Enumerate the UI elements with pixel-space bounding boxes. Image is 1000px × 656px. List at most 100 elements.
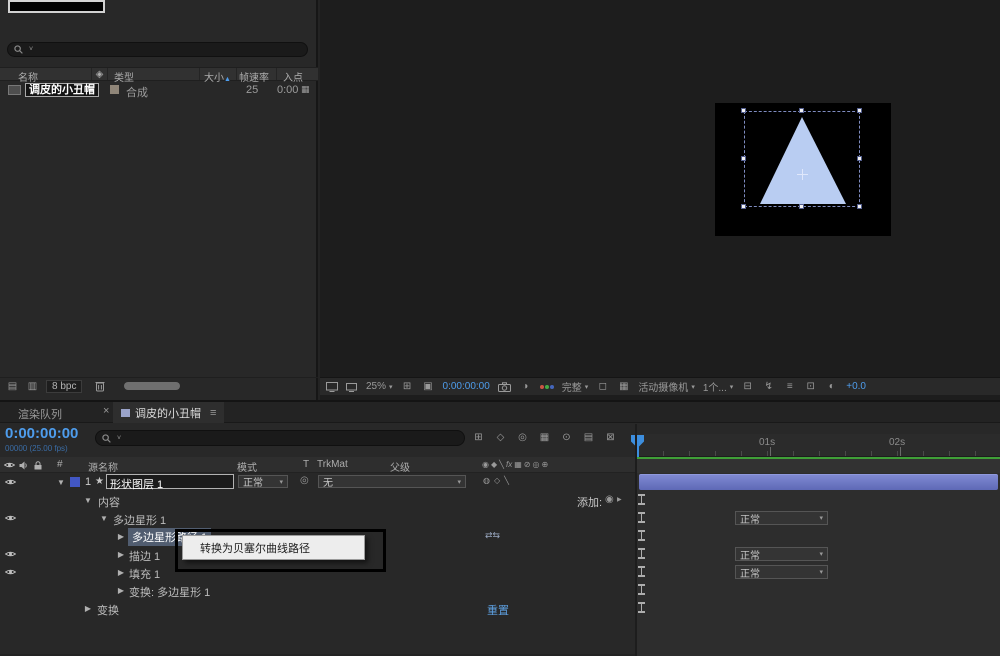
layer-switches[interactable]: ◍ ◇ ╲: [483, 476, 509, 485]
pixel-aspect-icon[interactable]: ⊟: [741, 380, 754, 393]
shy-switch-icon[interactable]: ◍: [483, 476, 490, 485]
timeline-button-icon[interactable]: ≡: [783, 380, 796, 393]
show-snapshot-icon[interactable]: ◑: [519, 380, 532, 393]
transform-row[interactable]: ▶ 变换 重置: [0, 599, 636, 617]
polystar-mode-select[interactable]: 正常 ▾: [735, 511, 828, 526]
graph-editor-icon[interactable]: ▤: [582, 431, 595, 444]
selection-handle[interactable]: [799, 204, 804, 209]
eye-icon[interactable]: [5, 568, 16, 576]
magnification-select[interactable]: 25% ▾: [366, 381, 393, 392]
layer-duration-bar[interactable]: [639, 474, 998, 490]
flowchart-button-icon[interactable]: ⊡: [804, 380, 817, 393]
selection-bounds[interactable]: [744, 111, 860, 207]
frame-blend-icon[interactable]: ▦: [538, 431, 551, 444]
transform-expander-icon[interactable]: ▶: [82, 604, 94, 613]
transform-label[interactable]: 变换: [97, 602, 119, 618]
fast-preview-icon[interactable]: ↯: [762, 380, 775, 393]
path-expander-icon[interactable]: ▶: [115, 532, 127, 541]
stroke-mode-select[interactable]: 正常 ▾: [735, 547, 828, 562]
time-ruler[interactable]: 01s 02s: [637, 434, 1000, 457]
current-time-display[interactable]: 0:00:00:00: [5, 425, 78, 442]
polystar-group-label[interactable]: 多边星形 1: [113, 512, 166, 528]
column-framerate[interactable]: 帧速率: [237, 68, 277, 84]
hide-shy-icon[interactable]: ◎: [516, 431, 529, 444]
parent-pickwhip-icon[interactable]: ◎: [300, 475, 309, 486]
contents-row[interactable]: ▼ 内容 添加: ◉ ▶: [0, 491, 636, 509]
auto-keyframe-icon[interactable]: ⊠: [604, 431, 617, 444]
collapse-switch-icon[interactable]: ◇: [494, 476, 500, 485]
show-channels-icon[interactable]: [539, 384, 554, 389]
project-search[interactable]: ˅: [7, 42, 308, 57]
snapshot-icon[interactable]: [497, 381, 511, 392]
column-layer-number[interactable]: #: [57, 459, 63, 470]
column-mode[interactable]: 模式: [237, 459, 257, 474]
label-column-icon[interactable]: ◈: [92, 68, 108, 80]
camera-select[interactable]: 活动摄像机 ▾: [638, 379, 695, 394]
add-label[interactable]: 添加:: [577, 494, 602, 510]
motion-blur-icon[interactable]: ⊙: [560, 431, 573, 444]
transparency-grid-icon[interactable]: ▦: [617, 380, 630, 393]
eye-icon[interactable]: [5, 478, 16, 486]
column-trkmat[interactable]: TrkMat: [317, 459, 348, 470]
quality-switch-icon[interactable]: ╲: [504, 476, 509, 485]
column-t[interactable]: T: [303, 459, 309, 470]
view-layout-select[interactable]: 1个... ▾: [703, 379, 733, 394]
eye-icon[interactable]: [5, 550, 16, 558]
selection-handle[interactable]: [857, 156, 862, 161]
column-inpoint[interactable]: 入点: [277, 68, 318, 84]
hscroll-thumb[interactable]: [124, 382, 181, 390]
grid-guides-icon[interactable]: ⊞: [401, 380, 414, 393]
selection-handle[interactable]: [857, 204, 862, 209]
item-label-swatch[interactable]: [110, 85, 119, 94]
item-name[interactable]: 调皮的小丑帽: [25, 83, 99, 97]
draft-3d-icon[interactable]: ◇: [494, 431, 507, 444]
selection-handle[interactable]: [741, 108, 746, 113]
comp-view[interactable]: [715, 103, 891, 236]
layer-row[interactable]: ▼ 1 ★ 形状图层 1 正常 ▾ ◎ 无 ▾ ◍ ◇ ╲: [0, 473, 636, 491]
search-caret-icon[interactable]: ˅: [29, 46, 33, 53]
group-transform-label[interactable]: 变换: 多边星形 1: [129, 584, 210, 600]
selection-handle[interactable]: [741, 156, 746, 161]
region-of-interest-icon[interactable]: ◻: [596, 380, 609, 393]
column-type[interactable]: 类型: [108, 68, 200, 84]
resolution-select[interactable]: 完整 ▾: [562, 379, 589, 394]
timeline-search[interactable]: ˅: [95, 430, 465, 446]
group-transform-row[interactable]: ▶ 变换: 多边星形 1: [0, 581, 636, 599]
tab-comp[interactable]: 调皮的小丑帽 ≡: [113, 402, 225, 423]
eye-icon[interactable]: [5, 514, 16, 522]
matte-toggle-icons[interactable]: ⇄⇆: [485, 530, 500, 541]
polystar-group-row[interactable]: ▼ 多边星形 1: [0, 509, 636, 527]
layer-expander-icon[interactable]: ▼: [55, 478, 67, 487]
project-search-input[interactable]: [36, 43, 301, 56]
trash-icon[interactable]: [95, 380, 105, 392]
tab-render-queue[interactable]: 渲染队列: [18, 406, 62, 422]
anchor-point-icon[interactable]: [797, 169, 808, 180]
fill-expander-icon[interactable]: ▶: [115, 568, 127, 577]
layer-parent-select[interactable]: 无 ▾: [318, 475, 466, 489]
column-parent[interactable]: 父级: [390, 459, 410, 474]
always-preview-icon[interactable]: [326, 381, 338, 392]
comp-mini-flowchart-icon[interactable]: ⊞: [472, 431, 485, 444]
group-transform-expander-icon[interactable]: ▶: [115, 586, 127, 595]
column-size[interactable]: 大小▲: [200, 68, 237, 84]
selection-handle[interactable]: [857, 108, 862, 113]
layer-color-swatch[interactable]: [70, 477, 80, 487]
polystar-expander-icon[interactable]: ▼: [98, 514, 110, 523]
exposure-value[interactable]: +0.0: [846, 381, 866, 392]
selection-handle[interactable]: [741, 204, 746, 209]
timeline-search-input[interactable]: [124, 432, 458, 444]
fill-mode-select[interactable]: 正常 ▾: [735, 565, 828, 580]
mask-visibility-icon[interactable]: ▣: [422, 380, 435, 393]
stroke-expander-icon[interactable]: ▶: [115, 550, 127, 559]
add-button-icon[interactable]: ◉: [605, 494, 614, 505]
tab-menu-icon[interactable]: ≡: [210, 407, 216, 419]
search-caret-icon[interactable]: ˅: [117, 435, 121, 442]
contents-expander-icon[interactable]: ▼: [82, 496, 94, 505]
tab-close-icon[interactable]: ×: [103, 405, 109, 417]
project-item-row[interactable]: 调皮的小丑帽 合成 25 0:00 ▦: [0, 82, 318, 99]
bpc-button[interactable]: 8 bpc: [46, 379, 83, 393]
reset-link[interactable]: 重置: [487, 602, 509, 618]
viewer-time[interactable]: 0:00:00:00: [443, 381, 490, 392]
contents-label[interactable]: 内容: [98, 494, 120, 510]
layer-mode-select[interactable]: 正常 ▾: [238, 475, 288, 489]
